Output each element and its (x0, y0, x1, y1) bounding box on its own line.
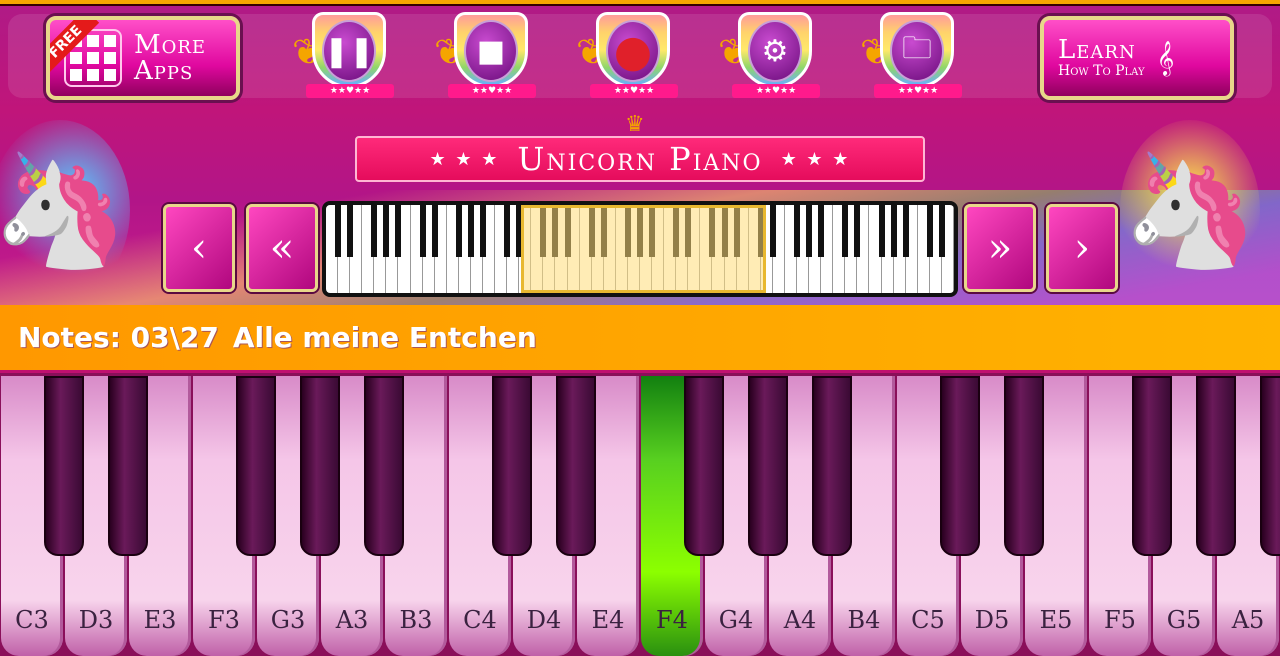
black-key[interactable] (364, 376, 404, 556)
key-label: E4 (591, 606, 625, 634)
mini-white-key (483, 205, 496, 293)
key-label: G5 (1166, 606, 1202, 634)
black-key[interactable] (492, 376, 532, 556)
open-folder-icon: 🗀 (890, 20, 944, 82)
settings-button[interactable]: ❦ ⚙ ★★♥★★ (718, 12, 820, 98)
ribbon: ★★♥★★ (448, 84, 536, 98)
key-label: A4 (783, 606, 817, 634)
learn-label: Learn (1058, 35, 1136, 65)
black-key[interactable] (300, 376, 340, 556)
stars-left: ★ ★ ★ (429, 148, 500, 170)
black-key[interactable] (940, 376, 980, 556)
key-label: D3 (78, 606, 114, 634)
ribbon: ★★♥★★ (874, 84, 962, 98)
mini-white-key (435, 205, 447, 293)
key-label: A3 (335, 606, 369, 634)
key-label: A5 (1231, 606, 1265, 634)
record-icon: ● (606, 20, 660, 82)
key-label: C4 (463, 606, 497, 634)
piano-keyboard: C3 D3 E3 F3 G3 A3 B3 C4 D4 E4 F4 G4 A4 B4 C5 D5 E5 F5 G5 A5 (0, 370, 1280, 656)
black-key[interactable] (1132, 376, 1172, 556)
stop-button[interactable]: ❦ ■ ★★♥★★ (434, 12, 536, 98)
more-apps-label-2: Apps (134, 56, 194, 86)
key-label: E5 (1039, 606, 1073, 634)
visible-range-handle[interactable] (521, 205, 766, 293)
mini-white-key (398, 205, 411, 293)
black-key[interactable] (1196, 376, 1236, 556)
crown-icon: ♛ (625, 112, 645, 137)
unicorn-left-image: 🦄 (0, 120, 130, 300)
title-banner: ★ ★ ★ Unicorn Piano ★ ★ ★ (355, 136, 925, 182)
scroll-right-fast-button[interactable]: » (964, 204, 1036, 292)
music-book-icon: 𝄞 (1156, 40, 1175, 76)
song-title: Alle meine Entchen (232, 321, 537, 354)
pause-button[interactable]: ❦ ❚❚ ★★♥★★ (292, 12, 394, 98)
header-area: FREE More Apps ❦ ❚❚ ★★♥★★ ❦ ■ ★★♥★★ ❦ ● ★★♥★★ ❦ ⚙ ★★… (0, 0, 1280, 305)
record-button[interactable]: ❦ ● ★★♥★★ (576, 12, 678, 98)
stop-icon: ■ (464, 20, 518, 82)
black-key[interactable] (684, 376, 724, 556)
black-key[interactable] (108, 376, 148, 556)
unicorn-right-image: 🦄 (1120, 120, 1260, 300)
key-label: C5 (911, 606, 945, 634)
ribbon: ★★♥★★ (590, 84, 678, 98)
open-folder-button[interactable]: ❦ 🗀 ★★♥★★ (860, 12, 962, 98)
key-label: D4 (526, 606, 562, 634)
ribbon: ★★♥★★ (306, 84, 394, 98)
key-label: B3 (399, 606, 433, 634)
keyboard-navigator[interactable] (322, 201, 958, 297)
mini-white-key (906, 205, 918, 293)
mini-white-key (773, 205, 785, 293)
black-key[interactable] (556, 376, 596, 556)
black-key[interactable] (44, 376, 84, 556)
key-label: F4 (656, 606, 688, 634)
key-label: F5 (1104, 606, 1136, 634)
black-key[interactable] (812, 376, 852, 556)
settings-icon: ⚙ (748, 20, 802, 82)
pause-icon: ❚❚ (322, 20, 376, 82)
key-label: G4 (718, 606, 754, 634)
stars-right: ★ ★ ★ (780, 148, 851, 170)
scroll-right-button[interactable]: › (1046, 204, 1118, 292)
status-bar: Notes: 03\27 Alle meine Entchen (0, 305, 1280, 370)
learn-how-to-play-button[interactable]: Learn How To Play 𝄞 (1040, 16, 1234, 100)
black-key[interactable] (748, 376, 788, 556)
mini-white-key (821, 205, 834, 293)
key-label: C3 (15, 606, 49, 634)
black-key[interactable] (1260, 376, 1280, 556)
app-title: Unicorn Piano (517, 140, 763, 178)
scroll-left-button[interactable]: ‹ (163, 204, 235, 292)
scroll-left-fast-button[interactable]: « (246, 204, 318, 292)
key-label: F3 (208, 606, 240, 634)
key-label: B4 (847, 606, 881, 634)
key-label: G3 (270, 606, 306, 634)
mini-white-key (350, 205, 363, 293)
black-key[interactable] (236, 376, 276, 556)
key-label: E3 (143, 606, 177, 634)
more-apps-label: More (134, 30, 207, 60)
notes-counter: Notes: 03\27 (18, 321, 219, 354)
more-apps-button[interactable]: FREE More Apps (46, 16, 240, 100)
mini-white-key (942, 205, 954, 293)
black-key[interactable] (1004, 376, 1044, 556)
how-to-play-label: How To Play (1058, 63, 1145, 79)
ribbon: ★★♥★★ (732, 84, 820, 98)
key-label: D5 (974, 606, 1010, 634)
mini-white-key (857, 205, 870, 293)
